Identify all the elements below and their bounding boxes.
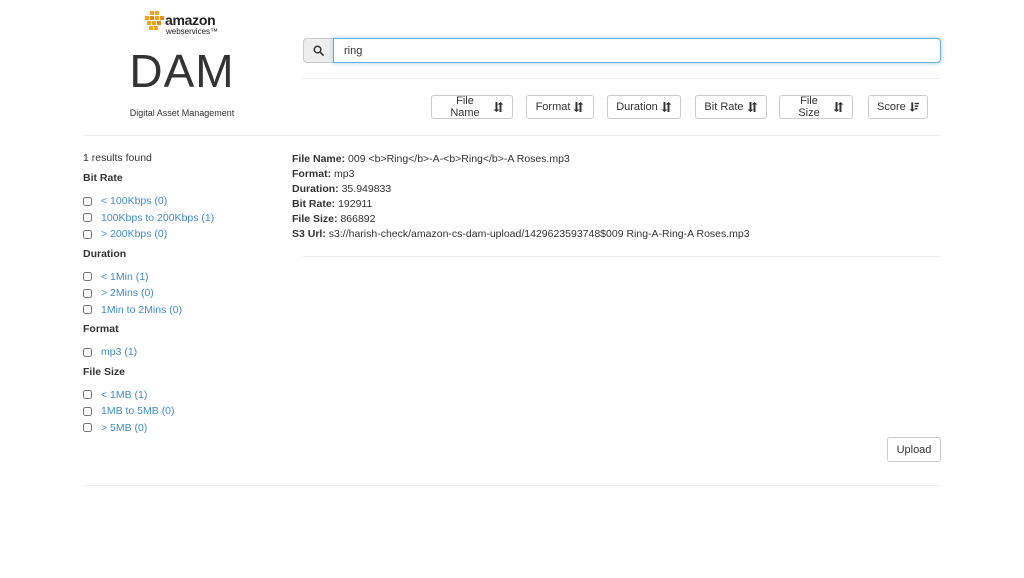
facet-checkbox[interactable] (83, 288, 92, 298)
facet-checkbox[interactable] (83, 305, 92, 315)
sort-icon (747, 102, 758, 112)
facet-duration: Duration < 1Min (1) > 2Mins (0) 1Min to … (83, 248, 283, 319)
facet-checkbox[interactable] (83, 390, 92, 400)
facet-option[interactable]: mp3 (1) (83, 344, 283, 361)
facet-title: File Size (83, 365, 126, 378)
logo-subtext: webservices™ (166, 27, 219, 36)
result-duration: Duration: 35.949833 (292, 182, 932, 197)
result-bit-rate: Bit Rate: 192911 (292, 197, 932, 212)
field-label: Duration: (292, 183, 339, 195)
search-icon[interactable] (303, 38, 333, 63)
upload-button[interactable]: Upload (887, 437, 941, 462)
divider (83, 135, 941, 136)
facet-option[interactable]: 100Kbps to 200Kbps (1) (83, 210, 283, 227)
facet-sidebar: 1 results found Bit Rate < 100Kbps (0) 1… (83, 152, 283, 441)
facet-option[interactable]: > 5MB (0) (83, 420, 283, 437)
sort-button-label: Score (877, 101, 906, 113)
field-label: File Name: (292, 153, 346, 165)
facet-option-label[interactable]: 1MB to 5MB (0) (101, 405, 175, 417)
field-value: mp3 (334, 168, 355, 180)
sort-icon (833, 102, 844, 112)
sort-bit-rate-button[interactable]: Bit Rate (695, 95, 767, 119)
facet-option-label[interactable]: < 1MB (1) (101, 389, 147, 401)
facet-option[interactable]: < 100Kbps (0) (83, 193, 283, 210)
sort-button-label: File Name (450, 95, 480, 119)
sort-file-name-button[interactable]: File Name (431, 95, 513, 119)
facet-option[interactable]: > 200Kbps (0) (83, 226, 283, 243)
sort-score-button[interactable]: Score (868, 95, 928, 119)
facet-checkbox[interactable] (83, 272, 92, 282)
facet-title: Bit Rate (83, 172, 123, 184)
facet-option-label[interactable]: mp3 (1) (101, 346, 137, 358)
sort-button-label: Format (535, 101, 571, 113)
result-file-name: File Name: 009 <b>Ring</b>-A-<b>Ring</b>… (292, 152, 932, 167)
result-s3-url: S3 Url: s3://harish-check/amazon-cs-dam-… (292, 227, 932, 242)
field-value: 866892 (340, 213, 376, 225)
field-value: 192911 (338, 198, 373, 210)
logo-wordmark: amazon (165, 12, 216, 28)
divider (303, 256, 941, 257)
sort-icon (573, 102, 584, 112)
facet-checkbox[interactable] (83, 406, 92, 416)
aws-cubes-icon (145, 11, 164, 30)
facet-option[interactable]: < 1MB (1) (83, 387, 283, 404)
field-label: S3 Url: (292, 228, 326, 240)
facet-option-label[interactable]: > 2Mins (0) (101, 287, 154, 299)
search-result: File Name: 009 <b>Ring</b>-A-<b>Ring</b>… (292, 152, 932, 242)
facet-option[interactable]: 1Min to 2Mins (0) (83, 302, 283, 319)
facet-checkbox[interactable] (83, 423, 92, 433)
field-label: File Size: (292, 213, 338, 225)
facet-option-label[interactable]: < 1Min (1) (101, 271, 149, 283)
sort-file-size-button[interactable]: File Size (779, 95, 853, 119)
divider (303, 78, 941, 79)
result-file-size: File Size: 866892 (292, 212, 932, 227)
page-title: DAM (129, 45, 235, 97)
search-bar (303, 38, 941, 63)
sort-format-button[interactable]: Format (526, 95, 594, 119)
facet-checkbox[interactable] (83, 196, 92, 206)
aws-logo: amazon webservices™ (144, 8, 224, 38)
facet-option-label[interactable]: 100Kbps to 200Kbps (1) (101, 212, 214, 224)
facet-option[interactable]: > 2Mins (0) (83, 285, 283, 302)
facet-title: Format (83, 323, 119, 335)
facet-option[interactable]: < 1Min (1) (83, 269, 283, 286)
field-value: s3://harish-check/amazon-cs-dam-upload/1… (328, 228, 750, 240)
facet-option-label[interactable]: < 100Kbps (0) (101, 195, 167, 207)
facet-bit-rate: Bit Rate < 100Kbps (0) 100Kbps to 200Kbp… (83, 172, 283, 243)
field-label: Format: (292, 168, 332, 180)
facet-file-size: File Size < 1MB (1) 1MB to 5MB (0) > 5MB… (83, 366, 283, 437)
facet-checkbox[interactable] (83, 347, 92, 357)
sort-icon (493, 102, 504, 112)
field-value: 35.949833 (341, 183, 392, 195)
facet-title: Duration (83, 247, 127, 260)
field-label: Bit Rate: (292, 198, 336, 210)
sort-button-label: Duration (616, 101, 658, 113)
results-count: 1 results found (83, 152, 152, 164)
sort-button-label: File Size (798, 95, 820, 119)
sort-amount-desc-icon (909, 102, 919, 112)
result-format: Format: mp3 (292, 167, 932, 182)
sort-duration-button[interactable]: Duration (607, 95, 681, 119)
sort-icon (661, 102, 672, 112)
facet-checkbox[interactable] (83, 229, 92, 239)
facet-option[interactable]: 1MB to 5MB (0) (83, 403, 283, 420)
field-value: 009 <b>Ring</b>-A-<b>Ring</b>-A Roses.mp… (348, 153, 570, 165)
facet-option-label[interactable]: 1Min to 2Mins (0) (101, 304, 182, 316)
search-input[interactable] (333, 38, 941, 63)
facet-option-label[interactable]: > 200Kbps (0) (101, 228, 167, 240)
facet-format: Format mp3 (1) (83, 323, 283, 361)
sort-button-label: Bit Rate (704, 101, 744, 113)
facet-option-label[interactable]: > 5MB (0) (101, 422, 147, 434)
divider (83, 485, 941, 486)
facet-checkbox[interactable] (83, 213, 92, 223)
page-tagline: Digital Asset Management (129, 108, 235, 118)
